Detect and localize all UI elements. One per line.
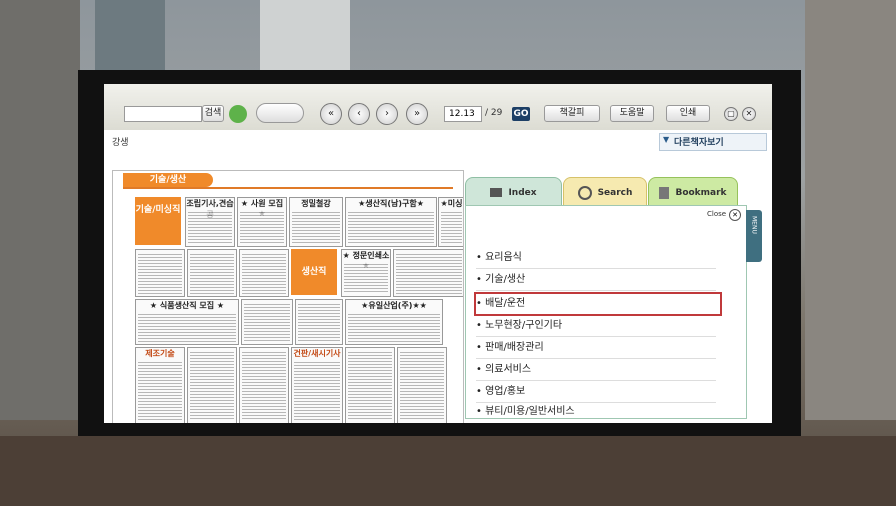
leaf-icon[interactable] [229,105,247,123]
minimize-icon[interactable]: ▢ [724,107,738,121]
ad-block [295,299,343,345]
newspaper-page: 기술/생산 기술/미싱직 조립기사,견습공 ★ 사원 모집 ★ 정밀철강 ★생산… [112,170,464,423]
ad-block [393,249,463,297]
left-tag: 기술/미싱직 [135,197,181,245]
chevron-down-icon: ▼ [663,135,670,144]
building-right [805,0,896,420]
other-books-button[interactable]: ▼ 다른책자보기 [659,133,767,151]
right-icon[interactable]: › [376,103,398,125]
ad-block [187,347,237,423]
print-button[interactable]: 인쇄 [666,105,710,122]
ad-block [239,249,289,297]
ad-block: ★유일산업(주)★★ [345,299,443,345]
ad-block: ★ 식품생산직 모집 ★ [135,299,239,345]
skyscraper-glass [95,0,165,70]
left-icon[interactable]: ‹ [348,103,370,125]
ad-block: ★생산직(남)구함★ [345,197,437,247]
ad-block: 제조기술 [135,347,185,423]
sub-bar: 강생 ▼ 다른책자보기 [104,130,772,152]
search-input[interactable] [124,106,202,122]
ad-block [397,347,447,423]
index-item[interactable]: • 의료서비스 [476,360,716,381]
index-item[interactable]: • 요리음식 [476,248,716,269]
skyscraper-left [0,0,80,420]
ad-block: 조립기사,견습공 [185,197,235,247]
double-right-icon[interactable]: » [406,103,428,125]
ad-block: ★ 정문인쇄소 ★ [341,249,391,297]
sub-bar-text: 강생 [112,138,129,148]
ad-block [135,249,185,297]
menu-side-tab[interactable]: MENU [746,210,762,262]
skyscraper-tower [260,0,350,70]
menu-side-label: MENU [750,216,758,234]
mouse-icon[interactable] [256,103,304,123]
bookmark-icon [659,186,670,199]
page-input[interactable]: 12.13 [444,106,482,122]
ad-block: ★미싱 [438,197,463,247]
help-button[interactable]: 도움말 [610,105,654,122]
index-item[interactable]: • 뷰티/미용/일반서비스 [476,402,716,422]
ad-block: 건판/새시기사 [291,347,343,423]
index-list: Close ✕ • 요리음식 • 기술/생산 • 배달/운전 • 노무현장/구인… [465,205,747,419]
section-header: 기술/생산 [123,173,213,187]
index-item[interactable]: • 노무현장/구인기타 [476,316,716,337]
ad-block [345,347,395,423]
header-rule [123,187,453,189]
bookmark-zoom[interactable]: 책갈피 [544,105,600,122]
index-item[interactable]: • 영업/홍보 [476,382,716,403]
ebook-viewer: 검색 « ‹ › » 12.13 / 29 GO 책갈피 도움말 인쇄 ▢ ✕ … [104,84,772,423]
ad-block: 정밀철강 [289,197,343,247]
magnifier-icon [577,185,592,200]
ad-block-orange: 생산직 [291,249,337,295]
index-item-selected[interactable]: • 배달/운전 [474,292,722,316]
toolbar: 검색 « ‹ › » 12.13 / 29 GO 책갈피 도움말 인쇄 ▢ ✕ [104,84,772,131]
index-item[interactable]: • 판매/배장관리 [476,338,716,359]
ad-block: ★ 사원 모집 ★ [237,197,287,247]
ad-block [187,249,237,297]
close-circle-icon[interactable]: ✕ [729,209,741,221]
tab-search-label: Search [597,188,633,198]
other-books-label: 다른책자보기 [674,138,724,148]
close-icon[interactable]: ✕ [742,107,756,121]
page-total: / 29 [485,108,503,118]
index-icon [490,188,503,197]
search-button[interactable]: 검색 [202,105,224,122]
double-left-icon[interactable]: « [320,103,342,125]
close-label[interactable]: Close [707,210,726,218]
go-button[interactable]: GO [512,107,530,121]
menu-panel: Index Search Bookmark Close ✕ • 요리음식 • 기… [465,177,748,419]
rooftops [0,436,896,506]
index-item[interactable]: • 기술/생산 [476,270,716,291]
tab-bookmark-label: Bookmark [675,188,727,198]
ad-block [239,347,289,423]
ad-block [241,299,293,345]
tab-index-label: Index [508,188,537,198]
panel-tabs: Index Search Bookmark [465,177,748,209]
